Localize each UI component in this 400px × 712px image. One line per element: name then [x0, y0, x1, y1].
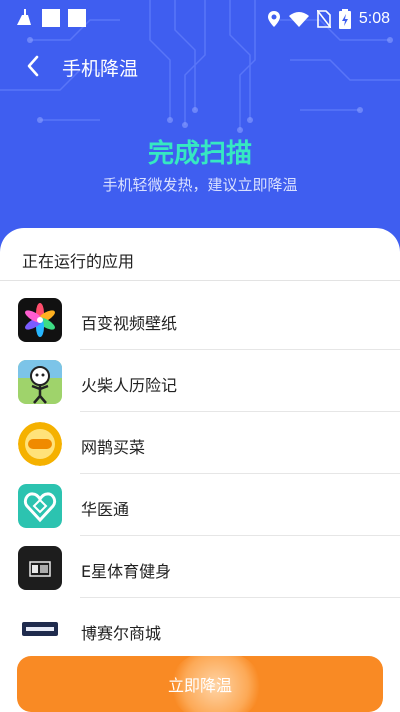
- scan-status-subtitle: 手机轻微发热，建议立即降温: [102, 176, 298, 194]
- nav-bar: 手机降温: [0, 46, 400, 86]
- section-title: 正在运行的应用: [22, 252, 135, 271]
- app-name: 百变视频壁纸: [81, 314, 178, 333]
- app-name: 网鹊买菜: [81, 438, 146, 457]
- list-item[interactable]: 百变视频壁纸: [0, 288, 400, 350]
- app-name: 火柴人历险记: [81, 376, 178, 395]
- clock: 5:08: [358, 10, 390, 27]
- sports-app-icon: [18, 546, 62, 590]
- list-item[interactable]: 网鹊买菜: [0, 412, 400, 474]
- list-item[interactable]: 华医通: [0, 474, 400, 536]
- wifi-icon: [288, 12, 309, 27]
- divider: [0, 280, 400, 281]
- notification-icon: [42, 9, 60, 27]
- app-list-card: 正在运行的应用 百变视频壁纸 火柴人历险记 网鹊买菜 华医通 E星体育健身 博赛…: [0, 228, 400, 700]
- medical-app-icon: [18, 484, 62, 528]
- back-arrow-icon[interactable]: [20, 52, 48, 80]
- notification-icon: [68, 9, 86, 27]
- broom-icon: [17, 9, 31, 25]
- app-name: 华医通: [81, 500, 130, 519]
- video-wallpaper-app-icon: [18, 298, 62, 342]
- location-icon: [267, 11, 280, 27]
- status-bar: 5:08: [0, 0, 400, 38]
- battery-charging-icon: [338, 9, 351, 29]
- stickman-game-app-icon: [18, 360, 62, 404]
- app-name: E星体育健身: [81, 562, 172, 581]
- grocery-app-icon: [18, 422, 62, 466]
- list-item[interactable]: E星体育健身: [0, 536, 400, 598]
- running-app-list: 百变视频壁纸 火柴人历险记 网鹊买菜 华医通 E星体育健身 博赛尔商城: [0, 288, 400, 660]
- scan-status-title: 完成扫描: [147, 139, 252, 169]
- header-background: 5:08 手机降温 完成扫描 手机轻微发热，建议立即降温: [0, 0, 400, 260]
- cool-down-button-label: 立即降温: [167, 676, 232, 695]
- cool-down-button[interactable]: 立即降温: [17, 656, 383, 712]
- list-item[interactable]: 火柴人历险记: [0, 350, 400, 412]
- page-title: 手机降温: [62, 58, 139, 80]
- circuit-pattern: [0, 0, 400, 133]
- no-sim-icon: [316, 10, 331, 28]
